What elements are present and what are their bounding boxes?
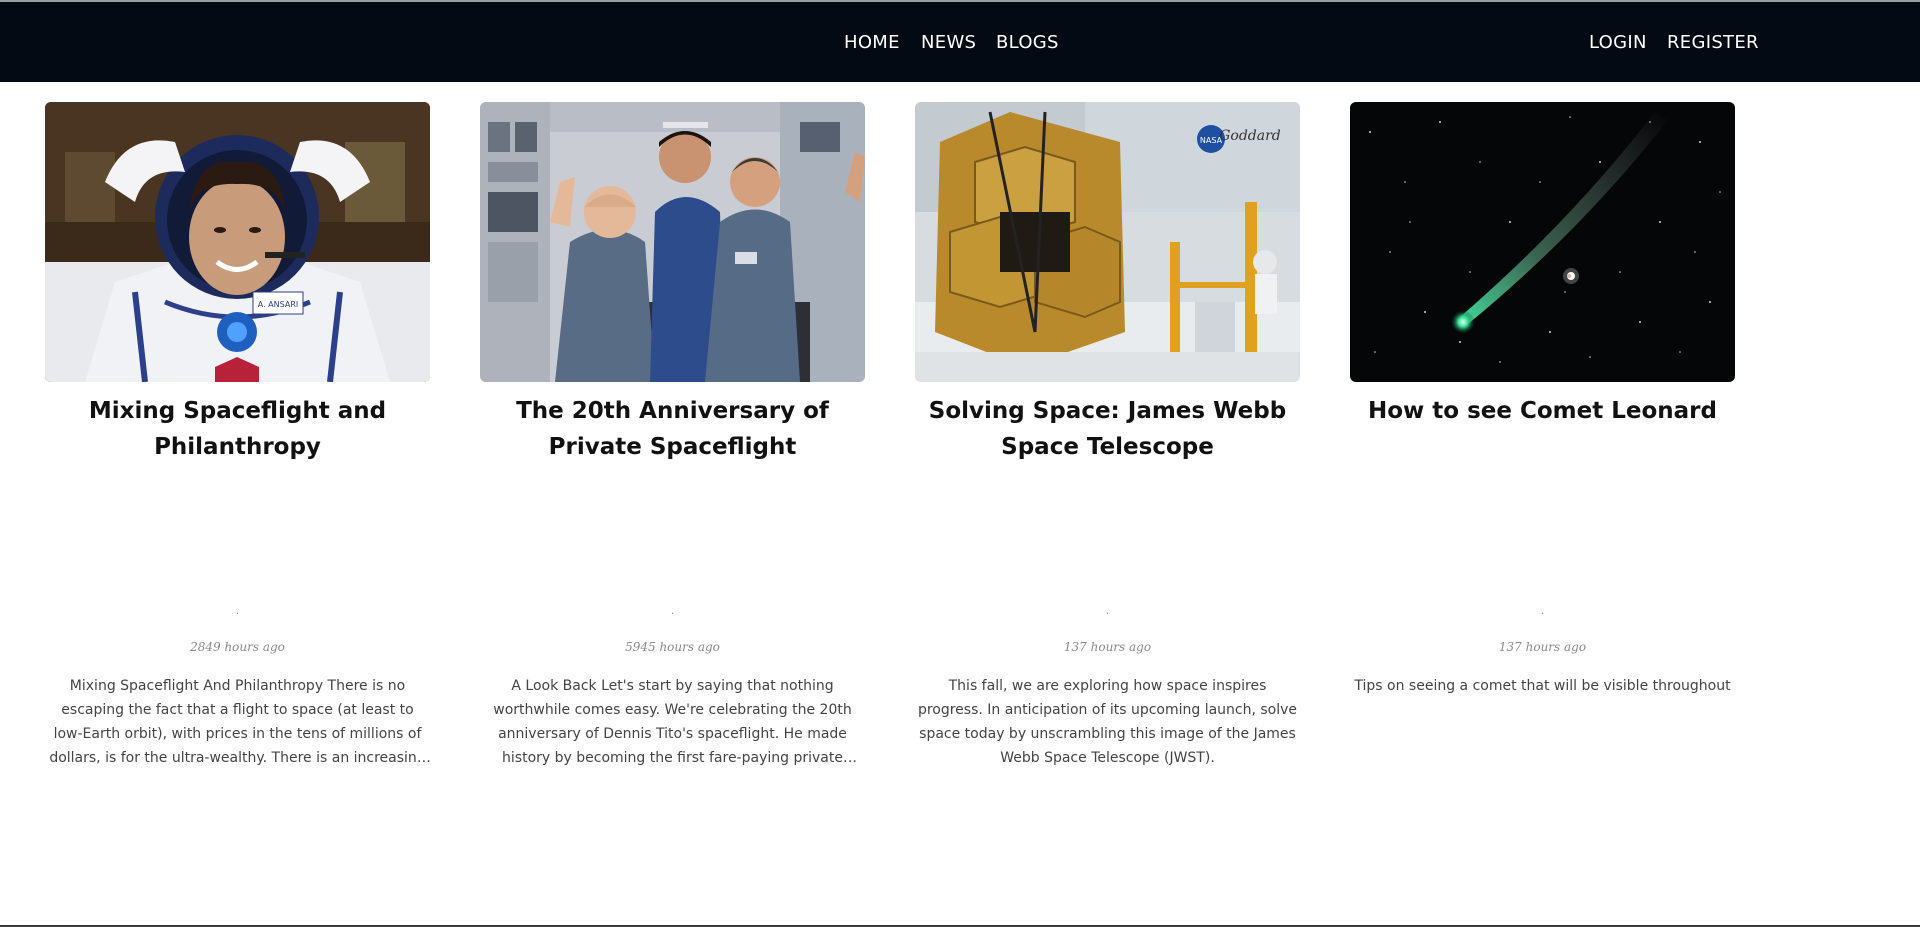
post-timestamp: 2849 hours ago	[190, 640, 285, 654]
post-timestamp: 137 hours ago	[1498, 640, 1587, 654]
post-card[interactable]: A. ANSARI Mixing Spaceflight and Philant…	[45, 102, 430, 766]
top-navbar: HOME NEWS BLOGS LOGIN REGISTER	[0, 2, 1920, 82]
post-excerpt: Mixing Spaceflight And Philanthropy Ther…	[49, 678, 426, 766]
svg-text:Goddard: Goddard	[1219, 128, 1281, 144]
nav-home-link[interactable]: HOME	[844, 32, 900, 53]
post-image-astronaut[interactable]: A. ANSARI	[45, 102, 430, 382]
post-title[interactable]: How to see Comet Leonard	[1350, 393, 1735, 429]
post-image-crew[interactable]	[480, 102, 865, 382]
post-card[interactable]: NASA Goddard Solving Space: James Webb S…	[915, 102, 1300, 766]
post-separator-dot: .	[1540, 606, 1545, 617]
post-card[interactable]: The 20th Anniversary of Private Spacefli…	[480, 102, 865, 766]
post-image-comet[interactable]	[1350, 102, 1735, 382]
post-excerpt: Tips on seeing a comet that will be visi…	[1354, 678, 1731, 694]
post-timestamp: 5945 hours ago	[625, 640, 720, 654]
post-separator-dot: .	[235, 606, 240, 617]
post-title[interactable]: Solving Space: James Webb Space Telescop…	[915, 393, 1300, 465]
post-title[interactable]: Mixing Spaceflight and Philanthropy	[45, 393, 430, 465]
nav-news-link[interactable]: NEWS	[921, 32, 976, 53]
post-separator-dot: .	[1105, 606, 1110, 617]
post-excerpt: This fall, we are exploring how space in…	[917, 678, 1298, 766]
nav-login-link[interactable]: LOGIN	[1589, 32, 1647, 53]
svg-text:A. ANSARI: A. ANSARI	[258, 300, 299, 309]
post-card[interactable]: How to see Comet Leonard . 137 hours ago…	[1350, 102, 1735, 694]
post-timestamp: 137 hours ago	[1063, 640, 1152, 654]
post-excerpt: A Look Back Let's start by saying that n…	[493, 678, 852, 766]
post-title[interactable]: The 20th Anniversary of Private Spacefli…	[480, 393, 865, 465]
nav-blogs-link[interactable]: BLOGS	[996, 32, 1059, 53]
post-separator-dot: .	[670, 606, 675, 617]
nav-register-link[interactable]: REGISTER	[1667, 32, 1759, 53]
post-image-telescope[interactable]: NASA Goddard	[915, 102, 1300, 382]
